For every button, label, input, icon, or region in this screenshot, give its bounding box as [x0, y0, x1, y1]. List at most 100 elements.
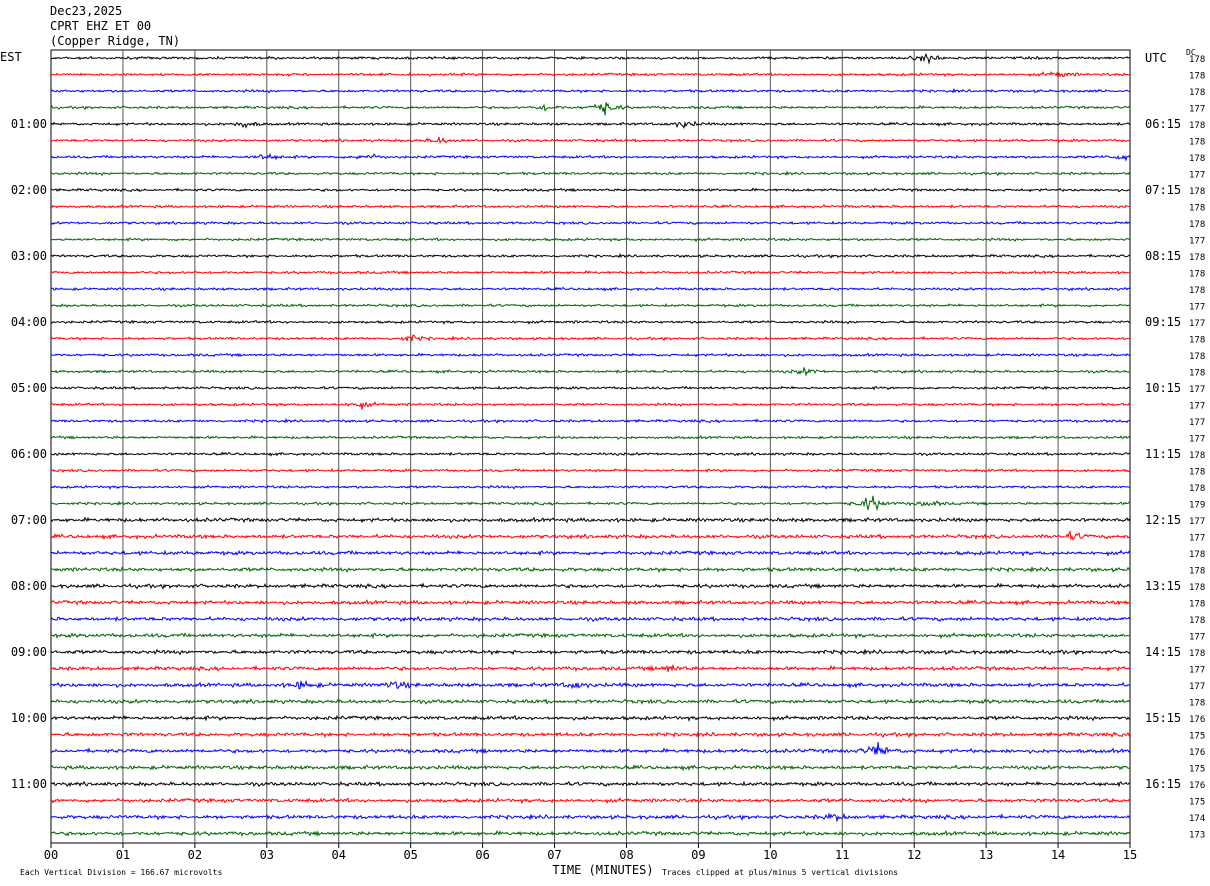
dc-offset-label: 178 — [1189, 468, 1205, 478]
dc-offset-label: 176 — [1189, 715, 1205, 725]
trace-line — [51, 679, 1131, 690]
dc-offset-label: 178 — [1189, 649, 1205, 659]
x-tick-label: 15 — [1123, 848, 1137, 862]
dc-offset-label: 178 — [1189, 616, 1205, 626]
right-hour-label: 07:15 — [1145, 183, 1181, 197]
trace-line — [50, 334, 1131, 342]
x-tick-label: 05 — [403, 848, 417, 862]
dc-offset-label: 177 — [1189, 303, 1205, 313]
dc-offset-label: 177 — [1189, 435, 1205, 445]
dc-offset-label: 177 — [1189, 534, 1205, 544]
dc-offset-label: 178 — [1189, 369, 1205, 379]
dc-offset-label: 178 — [1189, 253, 1205, 263]
left-hour-label: 08:00 — [11, 579, 47, 593]
dc-offset-label: 178 — [1189, 154, 1205, 164]
x-tick-label: 04 — [332, 848, 346, 862]
right-hour-label: 12:15 — [1145, 513, 1181, 527]
plot-grid — [50, 49, 1131, 848]
dc-offset-label: 178 — [1189, 336, 1205, 346]
trace-line — [50, 697, 1131, 705]
left-hour-label: 11:00 — [11, 777, 47, 791]
dc-offset-label: 178 — [1189, 583, 1205, 593]
right-hour-label: 15:15 — [1145, 711, 1181, 725]
trace-line — [50, 598, 1131, 607]
left-hour-label: 04:00 — [11, 315, 47, 329]
trace-line — [50, 529, 1131, 541]
dc-offset-label: 176 — [1189, 781, 1205, 791]
trace-line — [50, 270, 1131, 275]
dc-offset-label: 177 — [1189, 319, 1205, 329]
seismic-traces — [50, 52, 1131, 837]
left-hour-label: 03:00 — [11, 249, 47, 263]
dc-offset-label: 177 — [1189, 666, 1205, 676]
dc-offset-label: 177 — [1189, 682, 1205, 692]
right-hour-label: 08:15 — [1145, 249, 1181, 263]
x-tick-label: 13 — [979, 848, 993, 862]
dc-offset-label: 177 — [1189, 237, 1205, 247]
x-tick-label: 03 — [260, 848, 274, 862]
x-tick-label: 09 — [691, 848, 705, 862]
trace-line — [50, 120, 1131, 130]
trace-line — [50, 615, 1131, 623]
trace-line — [50, 663, 1131, 673]
dc-offset-label: 176 — [1189, 748, 1205, 758]
left-hour-label: 05:00 — [11, 381, 47, 395]
dc-offset-label: 178 — [1189, 72, 1205, 82]
x-tick-label: 08 — [619, 848, 633, 862]
dc-offset-label: 177 — [1189, 517, 1205, 527]
scale-note: Each Vertical Division = 166.67 microvol… — [20, 868, 222, 877]
dc-offset-label: 177 — [1189, 171, 1205, 181]
dc-offset-label: 173 — [1189, 831, 1205, 841]
clip-note: Traces clipped at plus/minus 5 vertical … — [662, 868, 898, 877]
trace-line — [50, 516, 1131, 524]
trace-line — [50, 435, 1131, 440]
left-hour-label: 07:00 — [11, 513, 47, 527]
x-tick-label: 01 — [116, 848, 130, 862]
left-hour-label: 09:00 — [11, 645, 47, 659]
dc-offset-label: 177 — [1189, 418, 1205, 428]
trace-line — [50, 52, 1131, 65]
trace-line — [50, 731, 1131, 739]
trace-line — [50, 714, 1131, 722]
dc-offset-label: 178 — [1189, 484, 1205, 494]
dc-offset-label: 178 — [1189, 187, 1205, 197]
trace-line — [50, 582, 1131, 590]
x-tick-label: 07 — [547, 848, 561, 862]
dc-offset-label: 174 — [1189, 814, 1205, 824]
trace-line — [50, 286, 1131, 292]
trace-line — [50, 549, 1131, 557]
dc-offset-label: 175 — [1189, 732, 1205, 742]
trace-line — [51, 187, 1131, 193]
x-tick-label: 12 — [907, 848, 921, 862]
dc-offset-label: 178 — [1189, 352, 1205, 362]
trace-line — [50, 220, 1131, 226]
right-hour-label: 11:15 — [1145, 447, 1181, 461]
trace-line — [50, 385, 1131, 391]
right-hour-label: 16:15 — [1145, 777, 1181, 791]
right-hour-label: 09:15 — [1145, 315, 1181, 329]
trace-line — [50, 566, 1131, 574]
trace-line — [50, 417, 1131, 424]
dc-offset-label: 177 — [1189, 633, 1205, 643]
trace-line — [50, 71, 1131, 78]
x-tick-label: 06 — [475, 848, 489, 862]
left-hour-label: 06:00 — [11, 447, 47, 461]
dc-offset-label: 178 — [1189, 220, 1205, 230]
trace-line — [50, 632, 1131, 640]
dc-offset-label: 175 — [1189, 765, 1205, 775]
dc-offset-label: 178 — [1189, 138, 1205, 148]
x-tick-label: 02 — [188, 848, 202, 862]
dc-offset-label: 177 — [1189, 105, 1205, 115]
right-hour-label: UTC — [1145, 51, 1167, 65]
dc-offset-label: 178 — [1189, 121, 1205, 131]
dc-offset-label: 178 — [1189, 204, 1205, 214]
trace-line — [50, 763, 1131, 772]
x-tick-label: 10 — [763, 848, 777, 862]
right-hour-label: 13:15 — [1145, 579, 1181, 593]
trace-line — [50, 741, 1131, 755]
dc-offset-label: 178 — [1189, 567, 1205, 577]
trace-line — [50, 237, 1131, 243]
right-hour-label: 06:15 — [1145, 117, 1181, 131]
dc-offset-label: 177 — [1189, 385, 1205, 395]
trace-line — [50, 170, 1131, 177]
